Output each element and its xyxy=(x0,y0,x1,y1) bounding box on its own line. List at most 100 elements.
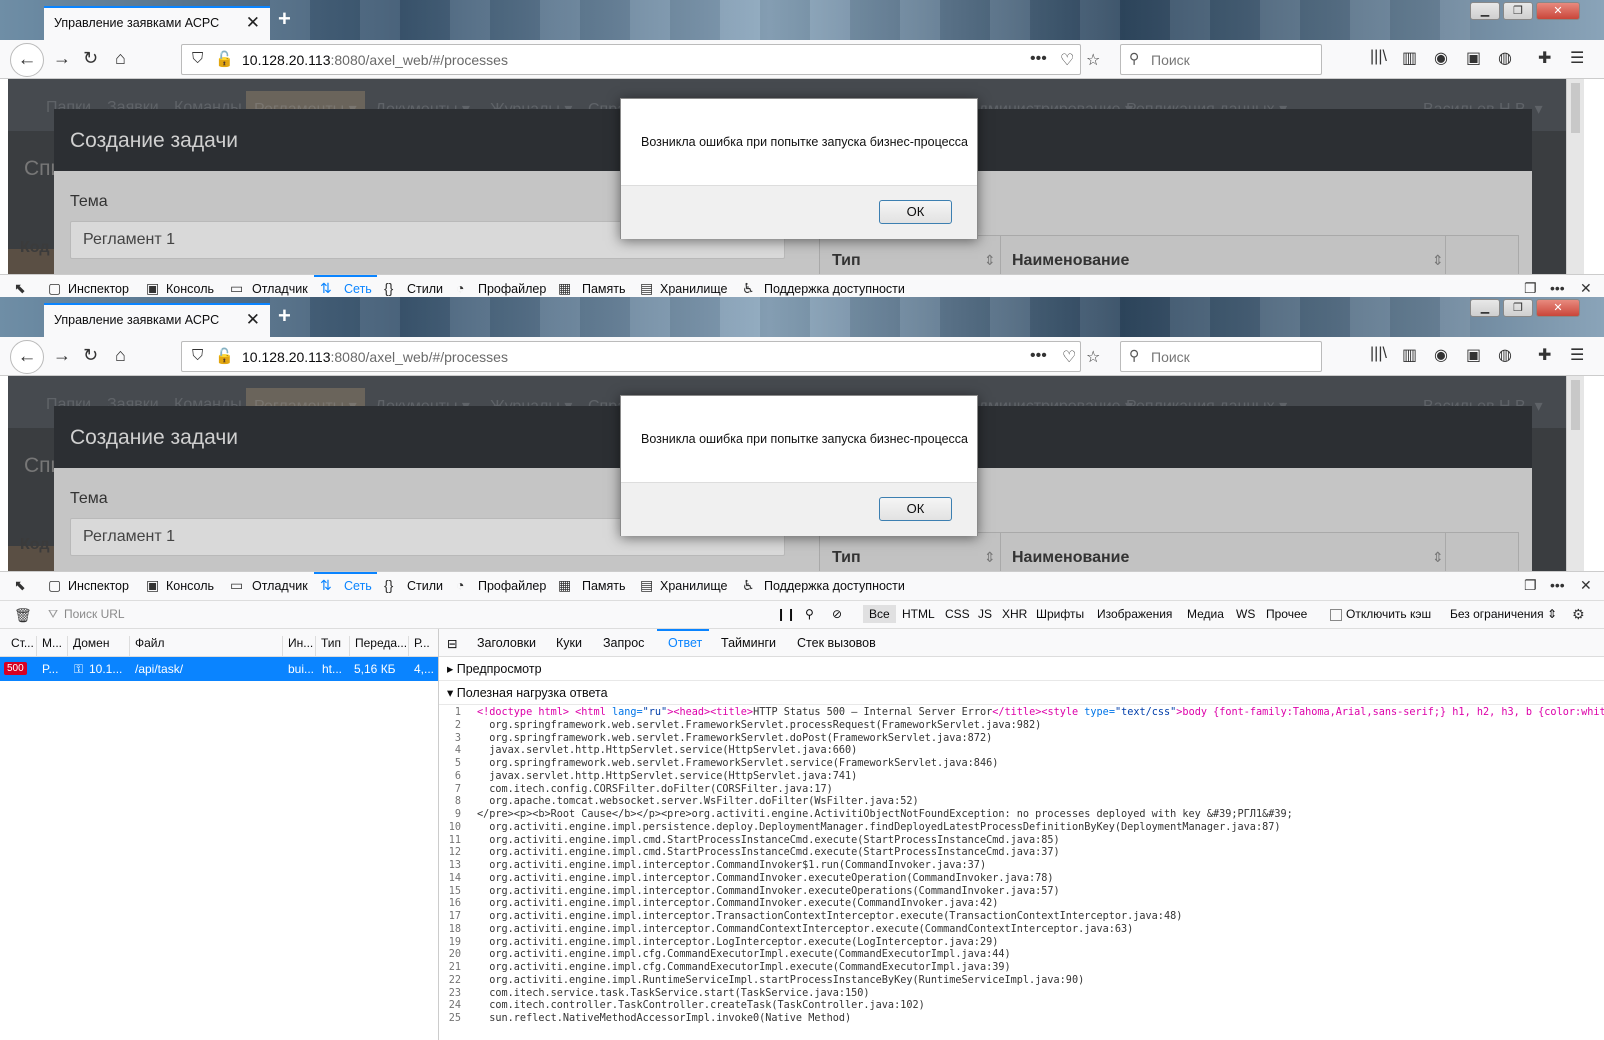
shield-icon[interactable]: ⛉ xyxy=(192,50,203,67)
tab-inspector[interactable]: Инспектор xyxy=(68,282,129,296)
library-icon[interactable]: |||\ xyxy=(1370,345,1387,363)
minimize-button[interactable]: ▁ xyxy=(1470,299,1500,317)
trash-icon[interactable]: 🗑 xyxy=(14,607,32,624)
menu-icon[interactable]: ☰ xyxy=(1570,48,1584,68)
scrollbar-thumb[interactable] xyxy=(1571,83,1580,133)
maximize-button[interactable]: ❐ xyxy=(1503,299,1533,317)
account-icon[interactable]: ◉ xyxy=(1434,345,1448,365)
table-row[interactable]: 500 P... ⚿ 10.1... /api/task/ bui... ht.… xyxy=(0,657,438,681)
filter-html[interactable]: HTML xyxy=(902,607,935,621)
tab-close-icon[interactable]: ✕ xyxy=(246,310,260,330)
page-actions-icon[interactable]: ••• xyxy=(1030,50,1047,68)
tab-response[interactable]: Ответ xyxy=(668,636,702,650)
reload-button[interactable]: ↻ xyxy=(83,48,98,69)
pocket-icon[interactable]: ♡ xyxy=(1060,50,1074,70)
tab-storage[interactable]: Хранилище xyxy=(660,282,728,296)
account-icon[interactable]: ◉ xyxy=(1434,48,1448,68)
extension-icon[interactable]: ▣ xyxy=(1466,345,1481,365)
pick-element-icon[interactable]: ⬉ xyxy=(14,577,26,594)
devtools-menu-icon[interactable]: ••• xyxy=(1550,280,1565,296)
url-bar[interactable]: ⛉ 🔓 10.128.20.113:8080/axel_web/#/proces… xyxy=(181,44,1100,75)
grid-col-name[interactable]: Наименование xyxy=(1012,252,1129,270)
tab-profiler[interactable]: Профайлер xyxy=(478,282,546,296)
tab-inspector[interactable]: Инспектор xyxy=(68,579,129,593)
dock-icon[interactable]: ❐ xyxy=(1524,577,1537,594)
filter-images[interactable]: Изображения xyxy=(1097,607,1172,621)
page-actions-icon[interactable]: ••• xyxy=(1030,347,1047,365)
back-button[interactable]: ← xyxy=(10,340,44,374)
pick-element-icon[interactable]: ⬉ xyxy=(14,280,26,297)
devtools-menu-icon[interactable]: ••• xyxy=(1550,577,1565,593)
filter-css[interactable]: CSS xyxy=(945,607,970,621)
page-scrollbar[interactable] xyxy=(1566,79,1584,274)
filter-fonts[interactable]: Шрифты xyxy=(1036,607,1084,621)
sidebar-icon[interactable]: ▥ xyxy=(1402,48,1417,68)
browser-tab[interactable]: Управление заявками АСРС ✕ xyxy=(44,303,270,337)
gear-icon[interactable]: ⚙ xyxy=(1572,606,1585,623)
bookmark-star-icon[interactable]: ☆ xyxy=(1086,347,1100,367)
maximize-button[interactable]: ❐ xyxy=(1503,2,1533,20)
sort-icon[interactable]: ⇕ xyxy=(984,549,996,566)
tab-console[interactable]: Консоль xyxy=(166,282,214,296)
scrollbar-thumb[interactable] xyxy=(1571,380,1580,430)
reload-button[interactable]: ↻ xyxy=(83,345,98,366)
filter-ws[interactable]: WS xyxy=(1236,607,1255,621)
close-icon[interactable]: ✕ xyxy=(1580,577,1592,594)
grid-col-type[interactable]: Тип xyxy=(832,252,861,270)
sort-icon[interactable]: ⇕ xyxy=(984,252,996,269)
preview-section[interactable]: ▸ Предпросмотр xyxy=(439,657,1604,681)
close-window-button[interactable]: ✕ xyxy=(1536,299,1580,317)
back-button[interactable]: ← xyxy=(10,43,44,77)
tab-accessibility[interactable]: Поддержка доступности xyxy=(764,579,905,593)
pause-icon[interactable]: ❙❙ xyxy=(776,607,796,621)
grid-col-type[interactable]: Тип xyxy=(832,549,861,567)
tab-profiler[interactable]: Профайлер xyxy=(478,579,546,593)
tab-memory[interactable]: Память xyxy=(582,579,626,593)
response-payload[interactable]: 1 <!doctype html> <html lang="ru"><head>… xyxy=(439,707,1604,1037)
dock-icon[interactable]: ❐ xyxy=(1524,280,1537,297)
bookmark-star-icon[interactable]: ☆ xyxy=(1086,50,1100,70)
tab-network[interactable]: Сеть xyxy=(344,579,372,593)
tab-debugger[interactable]: Отладчик xyxy=(252,282,308,296)
disable-cache-checkbox[interactable] xyxy=(1330,609,1342,621)
new-tab-button[interactable]: + xyxy=(278,303,291,329)
pocket-icon[interactable]: ♡ xyxy=(1062,347,1076,367)
grid-col-name[interactable]: Наименование xyxy=(1012,549,1129,567)
filter-url-input[interactable]: Поиск URL xyxy=(64,607,125,621)
close-window-button[interactable]: ✕ xyxy=(1536,2,1580,20)
ok-button[interactable]: ОК xyxy=(879,200,952,224)
payload-section[interactable]: ▾ Полезная нагрузка ответа xyxy=(439,681,1604,705)
tab-timings[interactable]: Тайминги xyxy=(721,636,776,650)
forward-button[interactable]: → xyxy=(53,345,71,366)
sort-icon[interactable]: ⇕ xyxy=(1432,549,1444,566)
new-tab-button[interactable]: + xyxy=(278,6,291,32)
throttle-select[interactable]: Без ограничения ⇕ xyxy=(1450,607,1557,621)
block-icon[interactable]: ⊘ xyxy=(832,607,842,621)
home-button[interactable]: ⌂ xyxy=(115,48,126,69)
shield-icon[interactable]: ⛉ xyxy=(192,347,203,364)
search-input[interactable]: ⚲ Поиск xyxy=(1120,341,1322,372)
tab-request[interactable]: Запрос xyxy=(603,636,644,650)
sort-icon[interactable]: ⇕ xyxy=(1432,252,1444,269)
search-icon[interactable]: ⚲ xyxy=(805,607,814,621)
tab-headers[interactable]: Заголовки xyxy=(477,636,536,650)
tab-debugger[interactable]: Отладчик xyxy=(252,579,308,593)
menu-icon[interactable]: ☰ xyxy=(1570,345,1584,365)
filter-media[interactable]: Медиа xyxy=(1187,607,1224,621)
tab-styles[interactable]: Стили xyxy=(407,282,443,296)
home-button[interactable]: ⌂ xyxy=(115,345,126,366)
insecure-lock-icon[interactable]: 🔓 xyxy=(215,347,234,365)
insecure-lock-icon[interactable]: 🔓 xyxy=(215,50,234,68)
tab-network[interactable]: Сеть xyxy=(344,282,372,296)
toggle-sidebar-icon[interactable]: ⊟ xyxy=(447,636,457,651)
filter-xhr[interactable]: XHR xyxy=(1002,607,1027,621)
addons-icon[interactable]: ✚ xyxy=(1538,48,1551,68)
minimize-button[interactable]: ▁ xyxy=(1470,2,1500,20)
tab-storage[interactable]: Хранилище xyxy=(660,579,728,593)
search-input[interactable]: ⚲ Поиск xyxy=(1120,44,1322,75)
tab-accessibility[interactable]: Поддержка доступности xyxy=(764,282,905,296)
vpn-nl-icon[interactable]: ◍ xyxy=(1498,48,1512,68)
forward-button[interactable]: → xyxy=(53,48,71,69)
tab-memory[interactable]: Память xyxy=(582,282,626,296)
close-icon[interactable]: ✕ xyxy=(1580,280,1592,297)
